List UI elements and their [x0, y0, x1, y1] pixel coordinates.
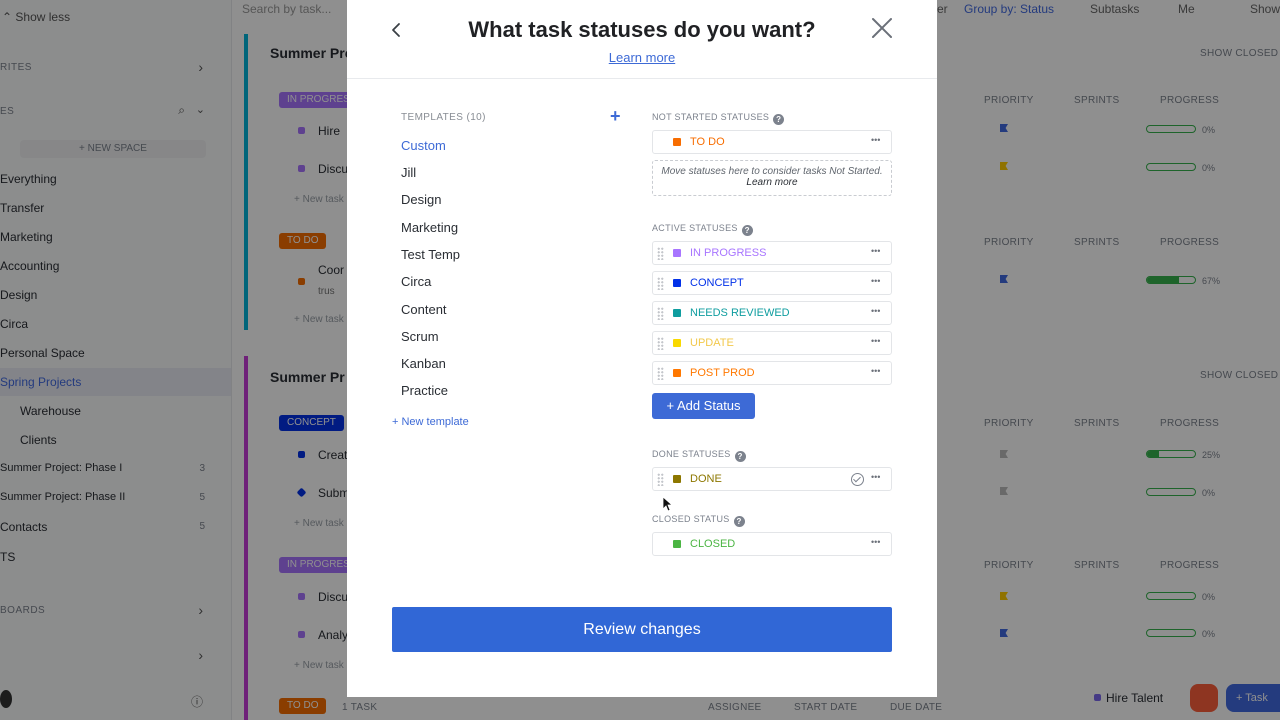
review-changes-button[interactable]: Review changes [392, 607, 892, 652]
template-scrum[interactable]: Scrum [401, 329, 439, 344]
learn-more-link[interactable]: Learn more [609, 50, 675, 65]
done-header: DONE STATUSES? [652, 449, 746, 462]
drag-handle-icon[interactable] [657, 367, 664, 380]
help-icon[interactable]: ? [734, 451, 746, 462]
status-color-swatch[interactable] [673, 138, 681, 146]
status-color-swatch[interactable] [673, 279, 681, 287]
close-icon[interactable] [869, 15, 895, 41]
status-row-in-progress[interactable]: IN PROGRESS [652, 241, 892, 265]
status-color-swatch[interactable] [673, 475, 681, 483]
template-jill[interactable]: Jill [401, 165, 416, 180]
status-row-update[interactable]: UPDATE [652, 331, 892, 355]
drag-handle-icon[interactable] [657, 337, 664, 350]
status-color-swatch[interactable] [673, 309, 681, 317]
status-name[interactable]: NEEDS REVIEWED [690, 307, 790, 319]
template-practice[interactable]: Practice [401, 383, 448, 398]
status-row-needs-reviewed[interactable]: NEEDS REVIEWED [652, 301, 892, 325]
template-marketing[interactable]: Marketing [401, 220, 458, 235]
more-options-icon[interactable] [869, 274, 887, 292]
more-options-icon[interactable] [869, 470, 887, 488]
help-icon[interactable]: ? [733, 516, 745, 527]
template-design[interactable]: Design [401, 192, 441, 207]
not-started-header: NOT STARTED STATUSES? [652, 112, 785, 125]
drop-hint-learn-more[interactable]: Learn more [746, 177, 797, 188]
status-template-modal: What task statuses do you want? Learn mo… [347, 0, 937, 697]
drag-handle-icon[interactable] [657, 247, 664, 260]
help-icon[interactable]: ? [741, 225, 753, 236]
more-options-icon[interactable] [869, 244, 887, 262]
templates-header: TEMPLATES (10) [401, 112, 486, 123]
active-header: ACTIVE STATUSES? [652, 223, 753, 236]
template-test-temp[interactable]: Test Temp [401, 247, 460, 262]
help-icon[interactable]: ? [773, 114, 785, 125]
template-circa[interactable]: Circa [401, 274, 431, 289]
closed-header-label: CLOSED STATUS [652, 514, 730, 524]
template-content[interactable]: Content [401, 302, 447, 317]
add-status-button[interactable]: + Add Status [652, 393, 755, 419]
drag-handle-icon[interactable] [657, 307, 664, 320]
status-name[interactable]: POST PROD [690, 367, 755, 379]
status-row-concept[interactable]: CONCEPT [652, 271, 892, 295]
drag-handle-icon[interactable] [657, 473, 664, 486]
check-circle-icon[interactable] [851, 473, 864, 486]
more-options-icon[interactable] [869, 334, 887, 352]
template-custom[interactable]: Custom [401, 138, 446, 153]
more-options-icon[interactable] [869, 364, 887, 382]
status-name[interactable]: CLOSED [690, 538, 735, 550]
status-name[interactable]: IN PROGRESS [690, 247, 766, 259]
status-color-swatch[interactable] [673, 249, 681, 257]
more-options-icon[interactable] [869, 535, 887, 553]
modal-header: What task statuses do you want? Learn mo… [347, 0, 937, 79]
active-header-label: ACTIVE STATUSES [652, 223, 738, 233]
status-name[interactable]: TO DO [690, 136, 725, 148]
status-row-post-prod[interactable]: POST PROD [652, 361, 892, 385]
not-started-header-label: NOT STARTED STATUSES [652, 112, 770, 122]
status-color-swatch[interactable] [673, 339, 681, 347]
status-row-to-do[interactable]: TO DO [652, 130, 892, 154]
more-options-icon[interactable] [869, 304, 887, 322]
status-name[interactable]: DONE [690, 473, 722, 485]
more-options-icon[interactable] [869, 133, 887, 151]
status-row-closed[interactable]: CLOSED [652, 532, 892, 556]
status-color-swatch[interactable] [673, 369, 681, 377]
done-header-label: DONE STATUSES [652, 449, 731, 459]
status-name[interactable]: UPDATE [690, 337, 734, 349]
template-kanban[interactable]: Kanban [401, 356, 446, 371]
drag-handle-icon[interactable] [657, 277, 664, 290]
drop-hint-text: Move statuses here to consider tasks Not… [661, 166, 883, 177]
add-template-icon[interactable]: + [610, 107, 621, 125]
status-row-done[interactable]: DONE [652, 467, 892, 491]
new-template-link[interactable]: + New template [392, 416, 469, 428]
learn-more-row: Learn more [347, 50, 937, 65]
status-name[interactable]: CONCEPT [690, 277, 744, 289]
modal-title: What task statuses do you want? [468, 17, 816, 42]
closed-header: CLOSED STATUS? [652, 514, 745, 527]
status-color-swatch[interactable] [673, 540, 681, 548]
mouse-cursor-icon [662, 496, 672, 512]
not-started-drop-zone: Move statuses here to consider tasks Not… [652, 160, 892, 196]
